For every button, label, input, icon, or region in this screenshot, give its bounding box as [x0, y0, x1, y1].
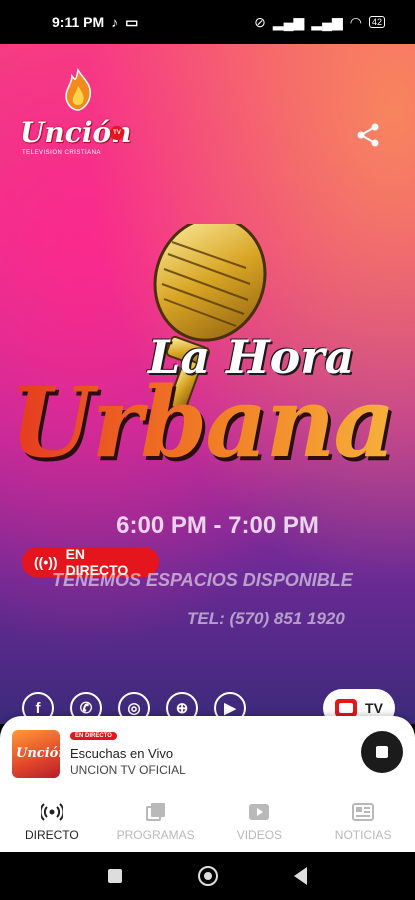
tab-videos[interactable]: VIDEOS: [208, 792, 312, 852]
show-title-line2: Urbana: [10, 366, 396, 479]
logo-subtitle: TELEVISION CRISTIANA: [22, 150, 102, 156]
wifi-icon: ◠: [349, 13, 362, 30]
home-button[interactable]: [198, 866, 218, 886]
tab-label: VIDEOS: [236, 828, 283, 842]
tab-noticias[interactable]: NOTICIAS: [311, 792, 415, 852]
player-live-badge: EN DIRECTO: [70, 732, 117, 740]
stop-button[interactable]: [361, 731, 403, 773]
tab-label: DIRECTO: [24, 828, 79, 842]
status-bar: 9:11 PM ♪ ▭ ⊘ ▂▄▆ ▂▄▆ ◠ 42: [0, 0, 415, 44]
bottom-tab-bar: DIRECTO PROGRAMAS VIDEOS NOTICIAS: [0, 792, 415, 852]
flame-icon: [65, 68, 92, 111]
spaces-available-text: TENEMOS ESPACIOS DISPONIBLE: [52, 570, 353, 590]
tv-icon: [335, 699, 358, 717]
signal-icon-2: ▂▄▆: [311, 13, 343, 30]
system-nav-bar: [0, 852, 415, 900]
tab-label: NOTICIAS: [334, 828, 392, 842]
show-schedule: 6:00 PM - 7:00 PM: [116, 512, 319, 539]
uncion-logo: Unción TV TELEVISION CRISTIANA: [20, 68, 132, 156]
tab-programas[interactable]: PROGRAMAS: [104, 792, 208, 852]
mini-player[interactable]: Unción EN DIRECTO Escuchas en Vivo UNCIO…: [0, 716, 415, 792]
thumbnail-logo-text: Unción: [16, 746, 68, 761]
phone-text: TEL: (570) 851 1920: [187, 609, 345, 628]
hero-banner: Unción TV TELEVISION CRISTIANA La Hora U…: [0, 44, 415, 751]
status-time: 9:11 PM: [52, 14, 105, 30]
tv-button-label: TV: [365, 700, 383, 716]
back-button[interactable]: [294, 867, 307, 885]
music-note-icon: ♪: [111, 14, 119, 30]
recents-button[interactable]: [108, 869, 122, 883]
battery-icon: 42: [368, 16, 385, 28]
player-thumbnail: Unción: [12, 730, 68, 778]
music-library-icon: [145, 803, 165, 821]
broadcast-icon: ((•)): [34, 554, 58, 570]
tab-label: PROGRAMAS: [116, 828, 195, 842]
broadcast-icon: [40, 803, 63, 821]
video-play-icon: [249, 804, 270, 820]
logo-tv-badge: TV: [110, 126, 124, 140]
laptop-icon: ▭: [125, 13, 139, 30]
alarm-off-icon: ⊘: [254, 13, 266, 30]
share-icon[interactable]: [355, 122, 381, 148]
player-subtitle: UNCION TV OFICIAL: [70, 763, 186, 777]
signal-icon: ▂▄▆: [272, 13, 305, 30]
tab-directo[interactable]: DIRECTO: [0, 792, 104, 852]
newspaper-icon: [352, 803, 375, 821]
player-title: Escuchas en Vivo: [70, 746, 174, 761]
